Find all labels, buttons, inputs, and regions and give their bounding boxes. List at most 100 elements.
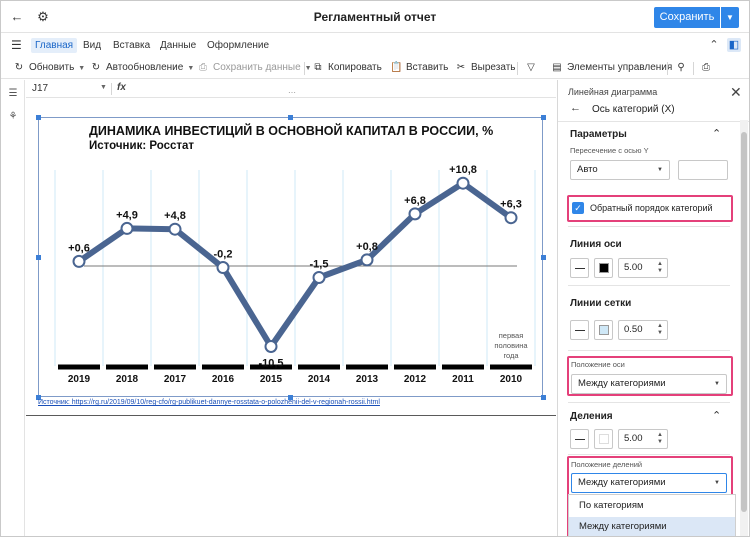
print-button[interactable]: ⎙ xyxy=(700,61,716,75)
source-link[interactable]: Источник: https://rg.ru/2019/09/10/reg-c… xyxy=(38,399,380,406)
copy-label: Копировать xyxy=(328,62,382,73)
resize-handle[interactable] xyxy=(541,115,546,120)
sheets-list-icon[interactable]: ☰ xyxy=(6,87,20,101)
parameters-section-title: Параметры xyxy=(570,129,627,140)
chevron-down-icon: ▼ xyxy=(657,167,663,173)
cut-button[interactable]: ✂ Вырезать xyxy=(455,61,516,75)
axis-position-select[interactable]: Между категориями ▼ xyxy=(571,374,727,394)
controls-icon: ▤ xyxy=(552,62,562,73)
paste-button[interactable]: 📋 Вставить xyxy=(390,61,448,75)
resize-handle[interactable] xyxy=(36,255,41,260)
paste-icon: 📋 xyxy=(390,62,403,73)
save-data-label: Сохранить данные xyxy=(213,62,301,73)
chart-subtitle: Источник: Росстат xyxy=(89,140,194,152)
x-tick-label: 2019 xyxy=(68,374,91,385)
cell-reference[interactable]: J17 xyxy=(32,83,48,94)
copy-button[interactable]: ⧉ Копировать xyxy=(312,61,382,75)
grid-line-width-stepper[interactable]: 0.50 ▲ ▼ xyxy=(618,320,668,340)
x-tick-label: 2013 xyxy=(356,374,379,385)
search-button[interactable]: ⚲ xyxy=(675,61,691,75)
hamburger-menu-icon[interactable]: ☰ xyxy=(11,39,22,51)
axis-position-select-value: Между категориями xyxy=(578,378,666,389)
reverse-order-checkbox[interactable]: ✓ xyxy=(572,202,584,214)
refresh-label: Обновить xyxy=(29,62,75,73)
grid-line-color-button[interactable] xyxy=(594,320,613,340)
panel-divider xyxy=(568,454,730,455)
ticks-position-select[interactable]: Между категориями ▼ xyxy=(571,473,727,493)
collapse-chevron-up-icon[interactable]: ⌃ xyxy=(712,127,721,140)
option-between-categories[interactable]: Между категориями xyxy=(569,517,735,536)
cut-label: Вырезать xyxy=(471,62,516,73)
autorefresh-button[interactable]: ↻ Автообновление ▼ xyxy=(90,61,194,75)
chevron-up-icon[interactable]: ⌃ xyxy=(707,38,721,52)
filter-button[interactable]: ▽ xyxy=(525,61,541,75)
save-data-button[interactable]: ⎙ Сохранить данные ▼ xyxy=(197,61,312,75)
tab-formatting[interactable]: Оформление xyxy=(207,38,269,53)
axis-line-width-stepper[interactable]: 5.00 ▲ ▼ xyxy=(618,258,668,278)
chart-object[interactable]: ДИНАМИКА ИНВЕСТИЦИЙ В ОСНОВНОЙ КАПИТАЛ В… xyxy=(38,117,543,397)
toolbar-divider xyxy=(304,62,305,75)
option-by-categories[interactable]: По категориям xyxy=(569,496,735,516)
tab-insert[interactable]: Вставка xyxy=(113,38,150,53)
grid-line-style-button[interactable] xyxy=(570,320,589,340)
autorefresh-label: Автообновление xyxy=(106,62,184,73)
panel-subtitle: Ось категорий (X) xyxy=(592,104,675,115)
line-chart: ДИНАМИКА ИНВЕСТИЦИЙ В ОСНОВНОЙ КАПИТАЛ В… xyxy=(54,123,536,385)
data-label: +0,6 xyxy=(68,242,90,254)
tab-view[interactable]: Вид xyxy=(83,38,101,53)
data-point xyxy=(504,211,518,225)
color-swatch xyxy=(599,263,609,273)
ticks-style-button[interactable] xyxy=(570,429,589,449)
data-label: +4,9 xyxy=(116,209,138,221)
x-tick-label: 2018 xyxy=(116,374,139,385)
ticks-position-select-value: Между категориями xyxy=(578,477,666,488)
side-panel-toggle-icon[interactable]: ◧ xyxy=(727,38,741,52)
save-button[interactable]: Сохранить xyxy=(654,7,720,28)
axis-line-color-button[interactable] xyxy=(594,258,613,278)
resize-handle[interactable] xyxy=(541,255,546,260)
data-point xyxy=(456,176,470,190)
ticks-color-button[interactable] xyxy=(594,429,613,449)
fx-icon[interactable]: fx xyxy=(117,82,126,93)
ticks-section-title: Деления xyxy=(570,411,613,422)
chevron-down-icon: ▼ xyxy=(714,381,720,387)
stepper-icon[interactable]: ▲ ▼ xyxy=(657,261,663,275)
back-arrow-icon[interactable]: ← xyxy=(570,102,581,114)
crossing-select[interactable]: Авто ▼ xyxy=(570,160,670,180)
tab-home[interactable]: Главная xyxy=(31,38,78,53)
crossing-value-input[interactable] xyxy=(678,160,728,180)
ticks-width-stepper[interactable]: 5.00 ▲ ▼ xyxy=(618,429,668,449)
resize-grip-icon[interactable]: ⋯ xyxy=(288,88,296,97)
axis-line-section-title: Линия оси xyxy=(570,239,622,250)
stepper-icon[interactable]: ▲ ▼ xyxy=(657,432,663,446)
title-bar: ← ⚙ Регламентный отчет Сохранить ▼ xyxy=(1,1,749,33)
cell-reference-chevron-icon[interactable]: ▼ xyxy=(100,84,107,91)
hierarchy-icon[interactable]: ⚘ xyxy=(6,110,20,124)
save-data-icon: ⎙ xyxy=(199,62,207,73)
x-tick-label: 2017 xyxy=(164,374,187,385)
controls-button[interactable]: ▤ Элементы управления xyxy=(551,61,672,75)
color-swatch xyxy=(599,325,609,335)
collapse-chevron-up-icon[interactable]: ⌃ xyxy=(712,409,721,422)
panel-divider xyxy=(568,226,730,227)
axis-line-style-button[interactable] xyxy=(570,258,589,278)
resize-handle[interactable] xyxy=(541,395,546,400)
data-label: +0,8 xyxy=(356,241,378,253)
save-dropdown-button[interactable]: ▼ xyxy=(721,7,739,28)
panel-scrollbar-thumb[interactable] xyxy=(741,132,747,512)
data-label: -10,5 xyxy=(258,358,283,370)
resize-handle[interactable] xyxy=(288,115,293,120)
close-icon[interactable]: ✕ xyxy=(730,84,742,101)
scissors-icon: ✂ xyxy=(456,62,466,73)
ticks-position-label: Положение делений xyxy=(571,460,643,469)
tab-data[interactable]: Данные xyxy=(160,38,196,53)
ribbon-tabs: ☰ Главная Вид Вставка Данные Оформление … xyxy=(1,34,749,56)
sheet-area[interactable]: ДИНАМИКА ИНВЕСТИЦИЙ В ОСНОВНОЙ КАПИТАЛ В… xyxy=(26,99,556,536)
stepper-icon[interactable]: ▲ ▼ xyxy=(657,323,663,337)
refresh-button[interactable]: ↻ Обновить ▼ xyxy=(13,61,85,75)
axis-position-label: Положение оси xyxy=(571,360,625,369)
panel-divider xyxy=(558,121,749,122)
resize-handle[interactable] xyxy=(36,115,41,120)
left-rail: ☰ ⚘ xyxy=(1,80,25,536)
window-title: Регламентный отчет xyxy=(313,10,437,24)
